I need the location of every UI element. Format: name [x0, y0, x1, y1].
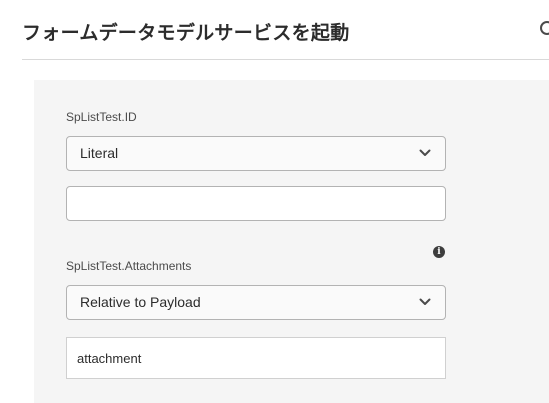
attachments-value-input[interactable]: [66, 337, 446, 379]
info-icon[interactable]: i: [433, 246, 445, 258]
attachments-mode-value: Relative to Payload: [80, 294, 201, 310]
page-title: フォームデータモデルサービスを起動: [22, 22, 350, 44]
dialog-header: フォームデータモデルサービスを起動: [0, 0, 549, 60]
header-divider: [22, 59, 549, 60]
chevron-down-icon: [419, 298, 431, 305]
id-mode-select[interactable]: Literal: [66, 136, 446, 171]
id-mode-value: Literal: [80, 145, 119, 161]
circle-icon[interactable]: [540, 21, 549, 35]
field-label-attachments: SpListTest.Attachments: [66, 259, 192, 273]
id-value-input[interactable]: [66, 186, 446, 221]
chevron-down-icon: [419, 149, 431, 156]
field-label-id: SpListTest.ID: [66, 110, 137, 124]
attachments-mode-select[interactable]: Relative to Payload: [66, 285, 446, 320]
